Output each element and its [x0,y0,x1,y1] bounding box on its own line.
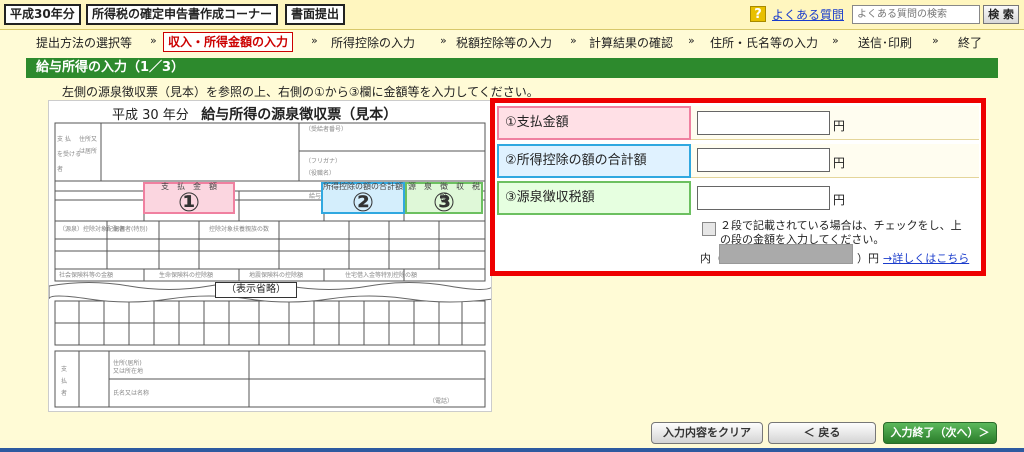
step-send-print: 送信･印刷 [858,36,913,50]
instruction-text: 左側の源泉徴収票（見本）を参照の上、右側の①から③欄に金額等を入力してください。 [62,85,539,99]
step-arrow: » [150,34,157,47]
corner-title: 所得税の確定申告書作成コーナー [86,4,279,25]
yen-unit: 円 [833,119,846,133]
withholding-tax-label: ③源泉徴収税額 [497,181,691,215]
slip-omitted-label: （表示省略） [215,282,297,298]
tax-year-tag: 平成30年分 [4,4,81,25]
faq-link[interactable]: よくある質問 [772,6,844,23]
payment-amount-label: ①支払金額 [497,106,691,140]
step-filing-method: 提出方法の選択等 [36,36,133,50]
footer-bar [0,448,1024,452]
payment-amount-input[interactable] [697,111,830,135]
faq-search-input[interactable] [852,5,980,24]
slip-title: 平成 30 年分 給与所得の源泉徴収票（見本） [112,104,397,124]
step-arrow: » [832,34,839,47]
slip-title-main: 給与所得の源泉徴収票（見本） [201,107,398,123]
slip-highlight-boxes [143,182,483,214]
deduction-total-input[interactable] [697,148,830,172]
deduction-total-label: ②所得控除の額の合計額 [497,144,691,178]
submission-method-tag: 書面提出 [285,4,346,25]
step-arrow: » [932,34,939,47]
step-tax-credit-input: 税額控除等の入力 [456,36,553,50]
details-link[interactable]: →詳しくはこちら [883,250,969,266]
clear-input-button[interactable]: 入力内容をクリア [651,422,763,444]
withholding-tax-input[interactable] [697,186,830,210]
slip-title-year: 平成 30 年分 [112,108,189,123]
step-address-input: 住所・氏名等の入力 [710,36,819,50]
slip-mark-2: ② [351,188,374,218]
two-tier-checkbox-label: ２段で記載されている場合は、チェックをし、上の段の金額を入力してください。 [720,219,962,246]
slip-mark-1: ① [177,188,200,218]
help-icon[interactable]: ? [750,6,766,22]
finish-input-next-button[interactable]: 入力終了（次へ）＞ [883,422,997,444]
step-result-check: 計算結果の確認 [589,36,674,50]
yen-unit: 円 [833,193,846,207]
inner-amount-yen: ）円 [857,252,879,265]
withholding-slip-sample: 支 払を受ける者 住所又は居所 （受給者番号）（フリガナ）（役職名） 給与所得控… [48,100,492,412]
step-income-input-active: 収入・所得金額の入力 [163,32,294,52]
slip-mark-3: ③ [432,188,455,218]
two-tier-checkbox[interactable] [702,222,716,236]
step-arrow: » [688,34,695,47]
back-button[interactable]: ＜ 戻る [768,422,876,444]
page-title: 給与所得の入力（1／3） [26,58,998,78]
step-arrow: » [440,34,447,47]
step-deduction-input: 所得控除の入力 [331,36,416,50]
step-arrow: » [570,34,577,47]
inner-amount-input-disabled [719,244,853,264]
yen-unit: 円 [833,156,846,170]
step-finish: 終了 [958,36,983,50]
search-button[interactable]: 検 索 [983,5,1019,24]
step-arrow: » [311,34,318,47]
